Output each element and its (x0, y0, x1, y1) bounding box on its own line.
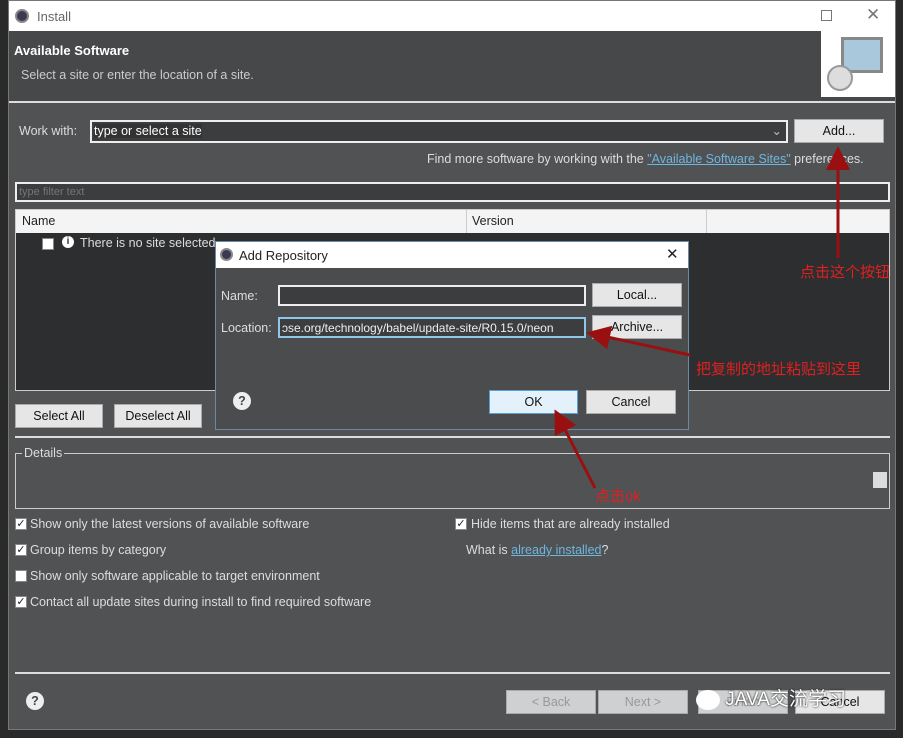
watermark-text: JAVA交流学习 (725, 689, 846, 710)
annotation-click-button: 点击这个按钮 (800, 264, 891, 281)
wechat-icon (696, 689, 720, 710)
arrow-to-ok (554, 409, 597, 489)
annotation-paste-here: 把复制的地址粘贴到这里 (696, 361, 862, 378)
watermark: JAVA交流学习 (696, 684, 846, 711)
annotation-click-ok: 点击ok (595, 488, 641, 505)
arrow-to-location (586, 325, 691, 357)
